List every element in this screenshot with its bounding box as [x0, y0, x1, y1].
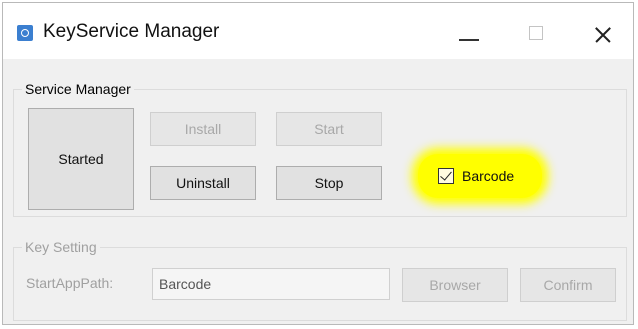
- service-manager-group: Service Manager Started Install Start Un…: [13, 80, 627, 217]
- start-app-path-label: StartAppPath:: [26, 275, 114, 291]
- started-button[interactable]: Started: [28, 108, 134, 210]
- keyservice-manager-window: KeyService Manager Service Manager Start…: [2, 2, 634, 325]
- uninstall-button[interactable]: Uninstall: [150, 166, 256, 200]
- window-client-area: Service Manager Started Install Start Un…: [3, 59, 633, 324]
- checkmark-icon: [440, 168, 452, 181]
- barcode-checkbox-label[interactable]: Barcode: [462, 168, 514, 184]
- close-icon[interactable]: [583, 17, 623, 49]
- start-button: Start: [276, 112, 382, 146]
- window-title: KeyService Manager: [43, 21, 220, 42]
- start-app-path-input: [152, 268, 390, 300]
- browser-button: Browser: [402, 268, 508, 302]
- app-icon: [17, 25, 33, 41]
- maximize-icon: [517, 17, 557, 49]
- key-setting-legend: Key Setting: [22, 238, 100, 256]
- confirm-button: Confirm: [520, 268, 616, 302]
- install-button: Install: [150, 112, 256, 146]
- key-setting-group: Key Setting StartAppPath: Browser Confir…: [13, 238, 627, 321]
- barcode-checkbox[interactable]: Barcode: [438, 166, 514, 186]
- service-manager-legend: Service Manager: [22, 80, 134, 98]
- title-bar[interactable]: KeyService Manager: [3, 3, 633, 59]
- minimize-icon[interactable]: [449, 17, 489, 49]
- barcode-checkbox-box[interactable]: [438, 168, 454, 184]
- stop-button[interactable]: Stop: [276, 166, 382, 200]
